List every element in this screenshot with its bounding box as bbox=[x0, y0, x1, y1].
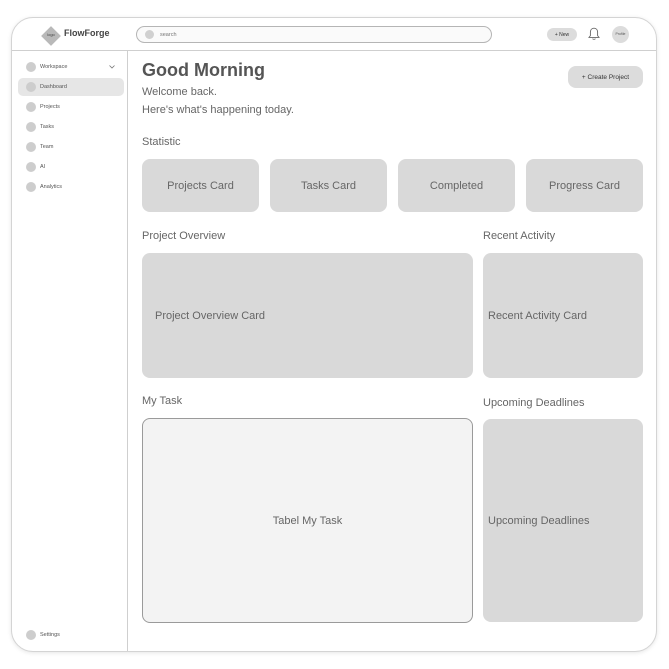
sidebar-item-label: Settings bbox=[40, 632, 60, 638]
welcome-text: Welcome back. bbox=[142, 86, 217, 98]
sidebar-item-settings[interactable]: Settings bbox=[18, 626, 124, 644]
analytics-icon bbox=[26, 182, 36, 192]
brand-name: FlowForge bbox=[64, 28, 110, 38]
sidebar-item-ai[interactable]: AI bbox=[18, 158, 124, 176]
project-overview-card[interactable]: Project Overview Card bbox=[142, 253, 473, 378]
sidebar-item-label: Team bbox=[40, 144, 54, 150]
sidebar-item-label: Workspace bbox=[40, 64, 68, 70]
sidebar-item-dashboard[interactable]: Dashboard bbox=[18, 78, 124, 96]
progress-card[interactable]: Progress Card bbox=[526, 159, 643, 212]
search-input[interactable] bbox=[160, 28, 460, 41]
recent-activity-card[interactable]: Recent Activity Card bbox=[483, 253, 643, 378]
project-overview-heading: Project Overview bbox=[142, 230, 226, 242]
sidebar-item-label: Analytics bbox=[40, 184, 63, 190]
top-bar: logo FlowForge + New Profile bbox=[12, 18, 656, 51]
logo: logo bbox=[41, 26, 61, 46]
sidebar-item-label: Projects bbox=[40, 104, 60, 110]
sidebar-item-analytics[interactable]: Analytics bbox=[18, 178, 124, 196]
tasks-icon bbox=[26, 122, 36, 132]
create-project-button[interactable]: + Create Project bbox=[568, 66, 643, 88]
ai-icon bbox=[26, 162, 36, 172]
sidebar: Workspace Dashboard Projects Tasks Team … bbox=[12, 51, 128, 651]
settings-icon bbox=[26, 630, 36, 640]
bell-icon[interactable] bbox=[588, 27, 600, 41]
avatar[interactable]: Profile bbox=[612, 26, 629, 43]
search-icon bbox=[145, 30, 154, 39]
logo-text: logo bbox=[47, 32, 55, 37]
projects-icon bbox=[26, 102, 36, 112]
upcoming-deadlines-card[interactable]: Upcoming Deadlines bbox=[483, 419, 643, 622]
my-task-heading: My Task bbox=[142, 395, 183, 407]
search-bar[interactable] bbox=[136, 26, 492, 43]
statistic-heading: Statistic bbox=[142, 136, 181, 148]
sidebar-item-workspace[interactable]: Workspace bbox=[18, 58, 124, 76]
upcoming-deadlines-heading: Upcoming Deadlines bbox=[483, 397, 585, 409]
projects-card[interactable]: Projects Card bbox=[142, 159, 259, 212]
main-content: Good Morning Welcome back. Here's what's… bbox=[129, 51, 656, 651]
chevron-down-icon[interactable] bbox=[108, 63, 116, 71]
tasks-card[interactable]: Tasks Card bbox=[270, 159, 387, 212]
page-title: Good Morning bbox=[142, 60, 265, 80]
sidebar-item-tasks[interactable]: Tasks bbox=[18, 118, 124, 136]
subtitle-text: Here's what's happening today. bbox=[142, 104, 294, 116]
sidebar-item-label: AI bbox=[40, 164, 46, 170]
recent-activity-heading: Recent Activity bbox=[483, 230, 556, 242]
dashboard-icon bbox=[26, 82, 36, 92]
completed-card[interactable]: Completed bbox=[398, 159, 515, 212]
new-button[interactable]: + New bbox=[547, 28, 577, 41]
sidebar-item-team[interactable]: Team bbox=[18, 138, 124, 156]
sidebar-item-projects[interactable]: Projects bbox=[18, 98, 124, 116]
sidebar-item-label: Dashboard bbox=[40, 84, 67, 90]
sidebar-item-label: Tasks bbox=[40, 124, 55, 130]
my-task-table[interactable]: Tabel My Task bbox=[142, 418, 473, 623]
workspace-icon bbox=[26, 62, 36, 72]
app-window: logo FlowForge + New Profile Workspace D… bbox=[11, 17, 657, 652]
team-icon bbox=[26, 142, 36, 152]
